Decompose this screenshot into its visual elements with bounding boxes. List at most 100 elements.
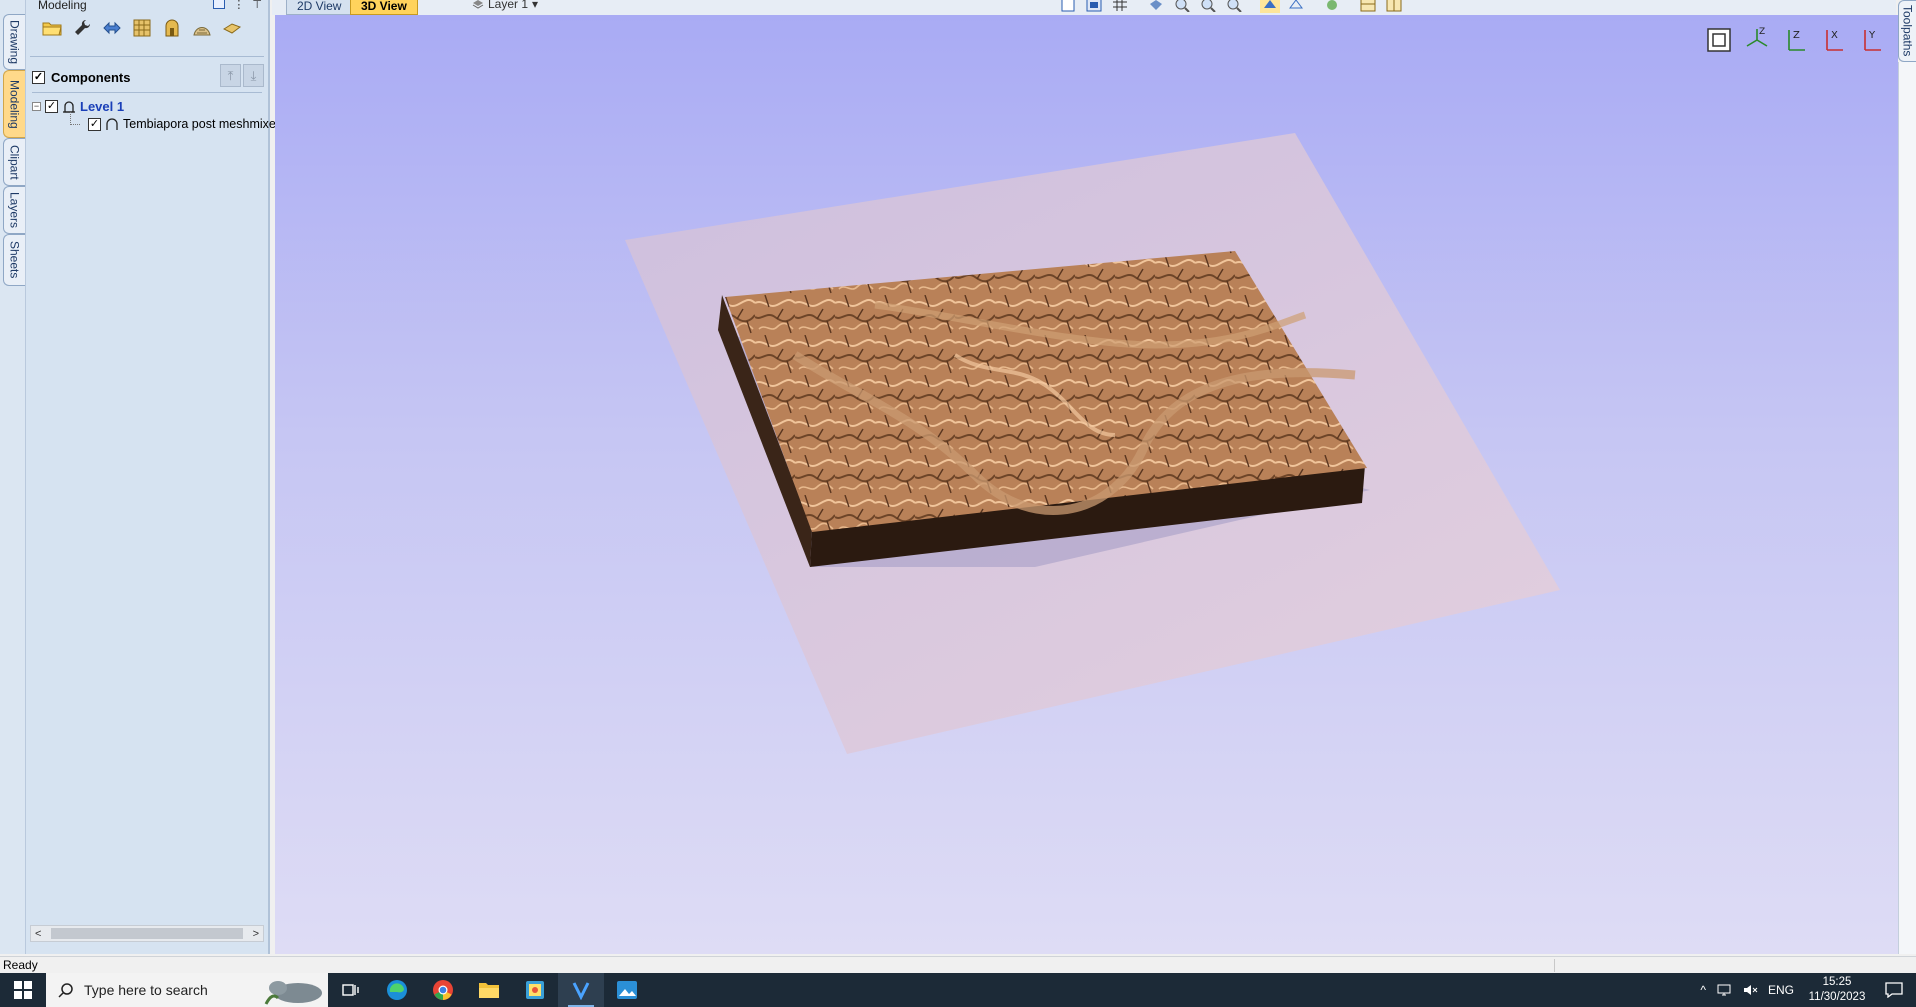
side-tab-clipart[interactable]: Clipart bbox=[3, 138, 25, 186]
status-text: Ready bbox=[3, 958, 38, 972]
vectric-app-icon[interactable] bbox=[558, 973, 604, 1007]
scrollbar-thumb[interactable] bbox=[51, 928, 243, 939]
zoom-fit-icon[interactable] bbox=[1704, 25, 1734, 55]
wireframe-icon[interactable] bbox=[1286, 0, 1306, 13]
tree-row-level[interactable]: − ✓ Level 1 bbox=[32, 99, 124, 114]
grid-icon[interactable] bbox=[1110, 0, 1130, 13]
panel-pin-button[interactable]: ⋮ bbox=[233, 0, 244, 11]
notification-center-icon[interactable] bbox=[1880, 973, 1908, 1007]
front-view-label: X bbox=[1831, 30, 1838, 41]
side-tab-layers-label: Layers bbox=[7, 191, 22, 229]
level-visibility-checkbox[interactable]: ✓ bbox=[45, 100, 58, 113]
fit-icon[interactable] bbox=[1084, 0, 1104, 13]
windows-start-icon[interactable] bbox=[0, 973, 46, 1007]
side-tab-toolpaths[interactable]: Toolpaths bbox=[1898, 0, 1916, 62]
layer-stack-icon bbox=[472, 0, 484, 9]
top-view-label: Z bbox=[1793, 30, 1800, 41]
language-indicator[interactable]: ENG bbox=[1768, 983, 1794, 997]
view-orientation-controls: Z Z X Y bbox=[1704, 25, 1886, 55]
panel-autohide-button[interactable] bbox=[213, 0, 226, 9]
tab-2d-view[interactable]: 2D View bbox=[286, 0, 353, 15]
layer-selector-label: Layer 1 bbox=[488, 0, 529, 11]
photos-app-icon[interactable] bbox=[604, 973, 650, 1007]
wrench-icon[interactable] bbox=[70, 16, 94, 40]
top-view-icon[interactable]: Z bbox=[1780, 25, 1810, 55]
level-label: Level 1 bbox=[80, 99, 125, 114]
edge-icon[interactable] bbox=[374, 973, 420, 1007]
side-tab-clipart-label: Clipart bbox=[7, 144, 22, 180]
scroll-right-arrow[interactable]: > bbox=[253, 928, 259, 940]
move-down-button[interactable]: ⤓ bbox=[243, 64, 264, 87]
top-icon-row bbox=[1058, 0, 1404, 13]
move-arrows-icon[interactable] bbox=[100, 16, 124, 40]
system-tray: ^ ENG 15:25 11/30/2023 bbox=[1700, 973, 1916, 1007]
side-tab-strip: Drawing Modeling Clipart Layers Sheets bbox=[0, 0, 26, 954]
clock-date: 11/30/2023 bbox=[1808, 991, 1866, 1003]
task-view-icon[interactable] bbox=[328, 973, 374, 1007]
tray-overflow-chevron[interactable]: ^ bbox=[1700, 983, 1706, 997]
layer-selector[interactable]: Layer 1 ▾ bbox=[472, 0, 538, 11]
3d-scene[interactable] bbox=[275, 15, 1898, 954]
side-tab-sheets[interactable]: Sheets bbox=[3, 234, 25, 286]
move-up-button[interactable]: ⤒ bbox=[220, 64, 241, 87]
3d-viewport[interactable]: Z Z X Y bbox=[275, 15, 1898, 954]
search-highlight-icon bbox=[264, 981, 322, 1005]
grid-texture-icon[interactable] bbox=[130, 16, 154, 40]
side-tab-drawing[interactable]: Drawing bbox=[3, 14, 25, 70]
zoom-out-icon[interactable] bbox=[1224, 0, 1244, 13]
sort-buttons: ⤒ ⤓ bbox=[220, 64, 264, 87]
clock-time: 15:25 bbox=[1822, 976, 1852, 988]
side-tab-drawing-label: Drawing bbox=[7, 19, 22, 64]
panel-close-button[interactable]: ⊤ bbox=[252, 0, 262, 11]
components-checkbox[interactable]: ✓ bbox=[32, 71, 45, 84]
taskbar-clock[interactable]: 15:25 11/30/2023 bbox=[1804, 975, 1870, 1005]
layout-a-icon[interactable] bbox=[1358, 0, 1378, 13]
level-icon bbox=[63, 100, 75, 113]
side-tab-sheets-label: Sheets bbox=[7, 241, 22, 279]
side-tab-modeling[interactable]: Modeling bbox=[3, 70, 25, 138]
iso-view-icon[interactable]: Z bbox=[1742, 25, 1772, 55]
zoom-box-icon[interactable] bbox=[1198, 0, 1218, 13]
iso-view-label: Z bbox=[1759, 27, 1765, 37]
front-view-icon[interactable]: X bbox=[1818, 25, 1848, 55]
open-folder-icon[interactable] bbox=[40, 16, 64, 40]
toolpaths-tab-label: Toolpaths bbox=[1900, 5, 1915, 57]
file-explorer-icon[interactable] bbox=[466, 973, 512, 1007]
tree-row-component[interactable]: ✓ Tembiapora post meshmixer bbox=[66, 117, 280, 131]
status-bar: Ready bbox=[0, 956, 1916, 973]
material-icon[interactable] bbox=[1322, 0, 1342, 13]
collapse-toggle[interactable]: − bbox=[32, 102, 41, 111]
side-tab-modeling-label: Modeling bbox=[7, 79, 22, 129]
layout-b-icon[interactable] bbox=[1384, 0, 1404, 13]
render-icon[interactable] bbox=[1260, 0, 1280, 13]
modeling-tool-row bbox=[40, 16, 244, 40]
zoom-in-icon[interactable] bbox=[1172, 0, 1192, 13]
dome-icon[interactable] bbox=[190, 16, 214, 40]
volume-muted-icon[interactable] bbox=[1742, 982, 1758, 998]
side-view-icon[interactable]: Y bbox=[1856, 25, 1886, 55]
components-header: ✓ Components bbox=[32, 70, 130, 85]
store-app-icon[interactable] bbox=[512, 973, 558, 1007]
scroll-left-arrow[interactable]: < bbox=[35, 928, 41, 940]
modeling-panel: Modeling ⋮ ⊤ ✓ Components ⤒ ⤓ − ✓ Level … bbox=[26, 0, 280, 954]
chrome-icon[interactable] bbox=[420, 973, 466, 1007]
taskbar-search-box[interactable]: Type here to search bbox=[46, 973, 328, 1007]
flat-plane-icon[interactable] bbox=[220, 16, 244, 40]
panel-controls: ⋮ ⊤ bbox=[213, 0, 262, 11]
panel-title: Modeling bbox=[38, 0, 87, 12]
view-toolbar: 2D View 3D View Layer 1 ▾ bbox=[272, 0, 1896, 15]
network-icon[interactable] bbox=[1716, 982, 1732, 998]
tab-3d-view[interactable]: 3D View bbox=[350, 0, 418, 15]
component-mesh-icon bbox=[106, 118, 118, 130]
page-icon[interactable] bbox=[1058, 0, 1078, 13]
side-view-label: Y bbox=[1868, 30, 1876, 41]
taskbar: Type here to search ^ ENG 15:25 11/30/20… bbox=[0, 973, 1916, 1007]
side-tab-layers[interactable]: Layers bbox=[3, 186, 25, 234]
snap-icon[interactable] bbox=[1146, 0, 1166, 13]
search-placeholder: Type here to search bbox=[84, 982, 208, 998]
panel-horizontal-scrollbar[interactable]: < > bbox=[30, 925, 264, 942]
search-icon bbox=[58, 983, 73, 998]
shape-editor-icon[interactable] bbox=[160, 16, 184, 40]
component-visibility-checkbox[interactable]: ✓ bbox=[88, 117, 101, 131]
component-label: Tembiapora post meshmixer bbox=[123, 117, 281, 131]
